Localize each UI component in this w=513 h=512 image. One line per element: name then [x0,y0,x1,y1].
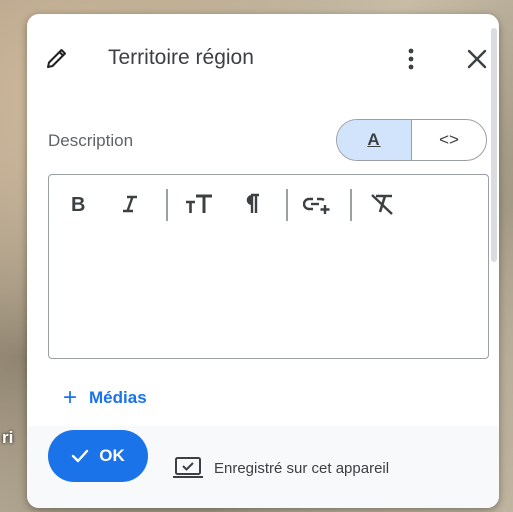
text-size-button[interactable] [183,189,215,219]
code-icon: <> [439,130,459,149]
svg-text:B: B [71,194,85,214]
saved-on-device-icon [173,457,203,478]
add-media-label: Médias [89,388,147,407]
html-mode-button[interactable]: <> [412,120,486,160]
editor-mode-toggle: A <> [336,119,487,161]
description-text-area[interactable] [49,233,488,358]
bold-button[interactable]: B [67,189,89,219]
text-size-icon [186,194,212,213]
editor-toolbar: B [49,175,488,233]
ok-button[interactable]: OK [48,430,148,482]
map-label: ri [2,428,14,447]
saved-status-text: Enregistré sur cet appareil [214,460,390,477]
toolbar-separator [166,189,168,221]
insert-link-button[interactable] [302,189,334,219]
more-options-icon[interactable] [399,45,423,73]
dialog-header: Territoire région [27,14,499,104]
bold-icon: B [71,194,85,214]
check-icon [72,449,89,463]
paragraph-button[interactable] [241,189,263,219]
clear-format-button[interactable] [367,189,397,219]
italic-button[interactable] [119,189,141,219]
edit-feature-dialog: Territoire région Description A <> B + M… [27,14,499,508]
clear-format-icon [371,194,393,215]
pencil-icon [47,49,66,68]
insert-link-icon [303,197,330,214]
close-icon[interactable] [463,45,491,73]
paragraph-icon [246,193,259,213]
add-media-button[interactable]: + Médias [63,386,147,410]
italic-icon [123,195,137,213]
plus-icon: + [63,384,78,411]
toolbar-separator [350,189,352,221]
rich-text-mode-button[interactable]: A [337,120,412,160]
description-label: Description [48,131,134,150]
dialog-title: Territoire région [108,46,254,69]
ok-label: OK [99,446,125,465]
rich-text-icon: A [367,130,381,149]
description-editor: B [48,174,489,359]
toolbar-separator [286,189,288,221]
